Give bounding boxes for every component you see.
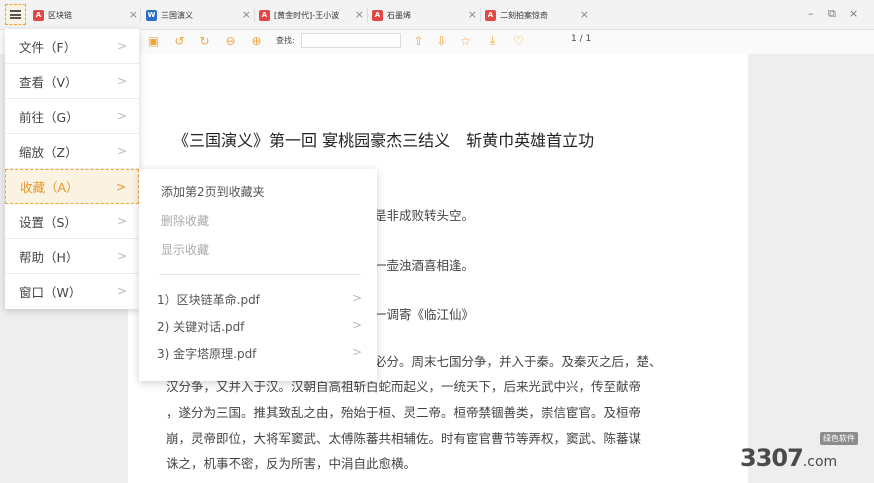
menu-item-label: 收藏（A） — [20, 180, 79, 195]
document-line: ，遂分为三国。推其致乱之由，殆始于桓、灵二帝。桓帝禁锢善类，崇信宦官。及桓帝 — [166, 405, 642, 420]
menu-item-favorites[interactable]: 收藏（A） > — [5, 169, 139, 204]
favorite-star-icon[interactable]: ☆ — [458, 33, 473, 48]
favorites-submenu: 添加第2页到收藏夹 删除收藏 显示收藏 1）区块链革命.pdf > 2) 关键对… — [139, 169, 377, 381]
menu-item-label: 设置（S） — [19, 214, 77, 230]
fit-page-icon[interactable]: ▣ — [146, 33, 161, 48]
hamburger-icon — [10, 10, 21, 19]
main-menu: 文件（F） > 查看（V） > 前往（G） > 缩放（Z） > 收藏（A） > … — [5, 29, 139, 309]
rotate-left-icon[interactable]: ↺ — [172, 33, 187, 48]
pdf-file-icon: A — [372, 9, 383, 21]
show-favorites-item[interactable]: 显示收藏 — [161, 241, 209, 258]
document-line: 是非成败转头空。 — [374, 208, 475, 223]
menu-item-label: 文件（F） — [19, 39, 77, 55]
chevron-right-icon: > — [352, 345, 363, 359]
menu-item-settings[interactable]: 设置（S） > — [5, 204, 139, 239]
document-line: 一调寄《临江仙》 — [374, 307, 475, 322]
watermark-logo: 3307.com — [740, 444, 838, 472]
chevron-right-icon: > — [116, 144, 127, 158]
delete-favorite-item[interactable]: 删除收藏 — [161, 212, 209, 229]
tab-sanguo[interactable]: W 三国演义 × — [146, 5, 251, 25]
submenu-divider — [159, 274, 361, 275]
download-icon[interactable]: ⤓ — [485, 33, 500, 48]
chevron-right-icon: > — [116, 214, 127, 228]
tab-golden-age[interactable]: A [黄金时代]-王小波 × — [259, 5, 364, 25]
chevron-right-icon: > — [115, 180, 126, 194]
menu-item-label: 查看（V） — [19, 74, 78, 90]
document-line: 崩，灵帝即位，大将军窦武、太傅陈蕃共相辅佐。时有宦官曹节等弄权，窦武、陈蕃谋 — [166, 431, 642, 446]
tab-close-icon[interactable]: × — [580, 8, 589, 21]
minimize-icon[interactable]: – — [808, 7, 814, 20]
menu-item-view[interactable]: 查看（V） > — [5, 64, 139, 99]
favorite-file-item[interactable]: 3) 金字塔原理.pdf — [157, 345, 256, 362]
document-line: 诛之，机事不密，反为所害，中涓自此愈横。 — [166, 456, 417, 471]
zoom-in-icon[interactable]: ⊕ — [249, 33, 264, 48]
tab-close-icon[interactable]: × — [242, 8, 251, 21]
vip-icon[interactable]: ♡ — [511, 33, 526, 48]
tab-erke[interactable]: A 二刻拍案惊奇 × — [485, 5, 589, 25]
chevron-right-icon: > — [116, 284, 127, 298]
tab-bar: A 区块链 × W 三国演义 × A [黄金时代]-王小波 × A 石墨烯 × … — [0, 0, 874, 30]
next-match-icon[interactable]: ⇩ — [434, 33, 449, 48]
document-margin-right — [748, 54, 874, 483]
tab-label: 区块链 — [48, 10, 72, 20]
pdf-file-icon: A — [33, 9, 44, 21]
document-line: 一壶浊酒喜相逢。 — [374, 258, 475, 273]
document-line: 必分。周末七国分争，并入于秦。及秦灭之后，楚、 — [374, 354, 662, 369]
tab-label: 二刻拍案惊奇 — [500, 10, 548, 20]
tab-blockchain[interactable]: A 区块链 × — [33, 5, 138, 25]
tab-close-icon[interactable]: × — [468, 8, 477, 21]
menu-item-label: 帮助（H） — [19, 249, 79, 265]
add-to-favorites-item[interactable]: 添加第2页到收藏夹 — [161, 183, 265, 200]
main-menu-button[interactable] — [5, 4, 26, 25]
menu-item-goto[interactable]: 前往（G） > — [5, 99, 139, 134]
chevron-right-icon: > — [352, 318, 363, 332]
chevron-right-icon: > — [116, 109, 127, 123]
close-window-icon[interactable]: × — [849, 7, 858, 20]
site-watermark: 绿色软件 3307.com — [740, 432, 874, 483]
restore-icon[interactable]: ⧉ — [828, 7, 836, 21]
chevron-right-icon: > — [352, 291, 363, 305]
previous-match-icon[interactable]: ⇧ — [411, 33, 426, 48]
rotate-right-icon[interactable]: ↻ — [197, 33, 212, 48]
favorite-file-item[interactable]: 1）区块链革命.pdf — [157, 291, 260, 308]
menu-item-label: 缩放（Z） — [19, 144, 78, 160]
tab-graphene[interactable]: A 石墨烯 × — [372, 5, 477, 25]
chevron-right-icon: > — [116, 249, 127, 263]
pdf-file-icon: A — [259, 9, 270, 21]
chevron-right-icon: > — [116, 39, 127, 53]
search-label: 查找: — [276, 36, 295, 45]
zoom-out-icon[interactable]: ⊖ — [223, 33, 238, 48]
menu-item-zoom[interactable]: 缩放（Z） > — [5, 134, 139, 169]
favorite-file-item[interactable]: 2) 关键对话.pdf — [157, 318, 244, 335]
tab-label: [黄金时代]-王小波 — [274, 10, 340, 20]
menu-item-file[interactable]: 文件（F） > — [5, 29, 139, 64]
tab-label: 三国演义 — [161, 10, 193, 20]
tab-close-icon[interactable]: × — [129, 8, 138, 21]
page-indicator: 1 / 1 — [571, 34, 592, 44]
pdf-file-icon: A — [485, 9, 496, 21]
chevron-right-icon: > — [116, 74, 127, 88]
menu-item-help[interactable]: 帮助（H） > — [5, 239, 139, 274]
tab-label: 石墨烯 — [387, 10, 411, 20]
menu-item-label: 窗口（W） — [19, 285, 82, 300]
word-file-icon: W — [146, 9, 157, 21]
menu-item-label: 前往（G） — [19, 109, 79, 125]
tab-close-icon[interactable]: × — [355, 8, 364, 21]
document-title: 《三国演义》第一回 宴桃园豪杰三结义 斩黄巾英雄首立功 — [173, 131, 595, 150]
search-input[interactable] — [301, 33, 401, 48]
menu-item-window[interactable]: 窗口（W） > — [5, 274, 139, 309]
